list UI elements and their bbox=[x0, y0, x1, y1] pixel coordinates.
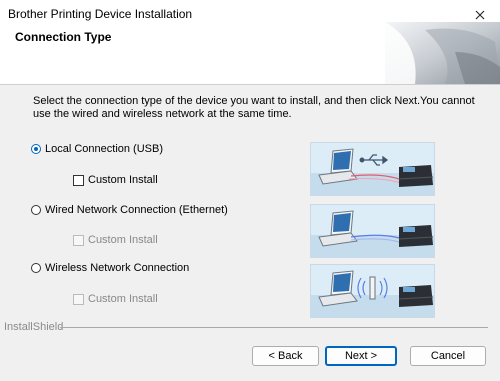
usb-connection-illustration bbox=[310, 142, 435, 196]
printer-icon bbox=[398, 165, 434, 187]
radio-wireless[interactable]: Wireless Network Connection bbox=[31, 262, 189, 274]
page-title: Connection Type bbox=[15, 30, 112, 44]
checkbox-custom-install-wireless[interactable]: Custom Install bbox=[73, 293, 158, 305]
installshield-brand: InstallShield bbox=[4, 321, 64, 333]
ethernet-connection-illustration bbox=[310, 204, 435, 258]
close-icon bbox=[475, 10, 485, 20]
cancel-button[interactable]: Cancel bbox=[410, 346, 486, 366]
checkbox-box bbox=[73, 234, 84, 246]
radio-label: Local Connection (USB) bbox=[45, 143, 164, 155]
checkbox-custom-install-usb[interactable]: Custom Install bbox=[73, 174, 158, 186]
wireless-connection-illustration bbox=[310, 264, 435, 318]
checkbox-label: Custom Install bbox=[88, 293, 158, 305]
radio-indicator bbox=[31, 144, 41, 154]
radio-wired-ethernet[interactable]: Wired Network Connection (Ethernet) bbox=[31, 204, 228, 216]
footer-separator bbox=[60, 327, 488, 328]
header-panel: Connection Type bbox=[0, 22, 500, 85]
radio-label: Wireless Network Connection bbox=[45, 262, 190, 274]
radio-local-usb[interactable]: Local Connection (USB) bbox=[31, 143, 163, 155]
checkbox-box bbox=[73, 293, 84, 305]
checkbox-box bbox=[73, 174, 84, 186]
radio-indicator bbox=[31, 263, 41, 273]
checkbox-label: Custom Install bbox=[88, 174, 158, 186]
back-button[interactable]: < Back bbox=[252, 346, 319, 366]
window-title: Brother Printing Device Installation bbox=[8, 7, 193, 21]
printer-icon bbox=[398, 225, 434, 247]
radio-label: Wired Network Connection (Ethernet) bbox=[45, 204, 228, 216]
header-artwork bbox=[385, 22, 500, 84]
checkbox-custom-install-wired[interactable]: Custom Install bbox=[73, 234, 158, 246]
instructions-text: Select the connection type of the device… bbox=[33, 95, 475, 120]
next-button[interactable]: Next > bbox=[325, 346, 397, 366]
radio-indicator bbox=[31, 205, 41, 215]
printer-icon bbox=[398, 285, 434, 307]
checkbox-label: Custom Install bbox=[88, 234, 158, 246]
